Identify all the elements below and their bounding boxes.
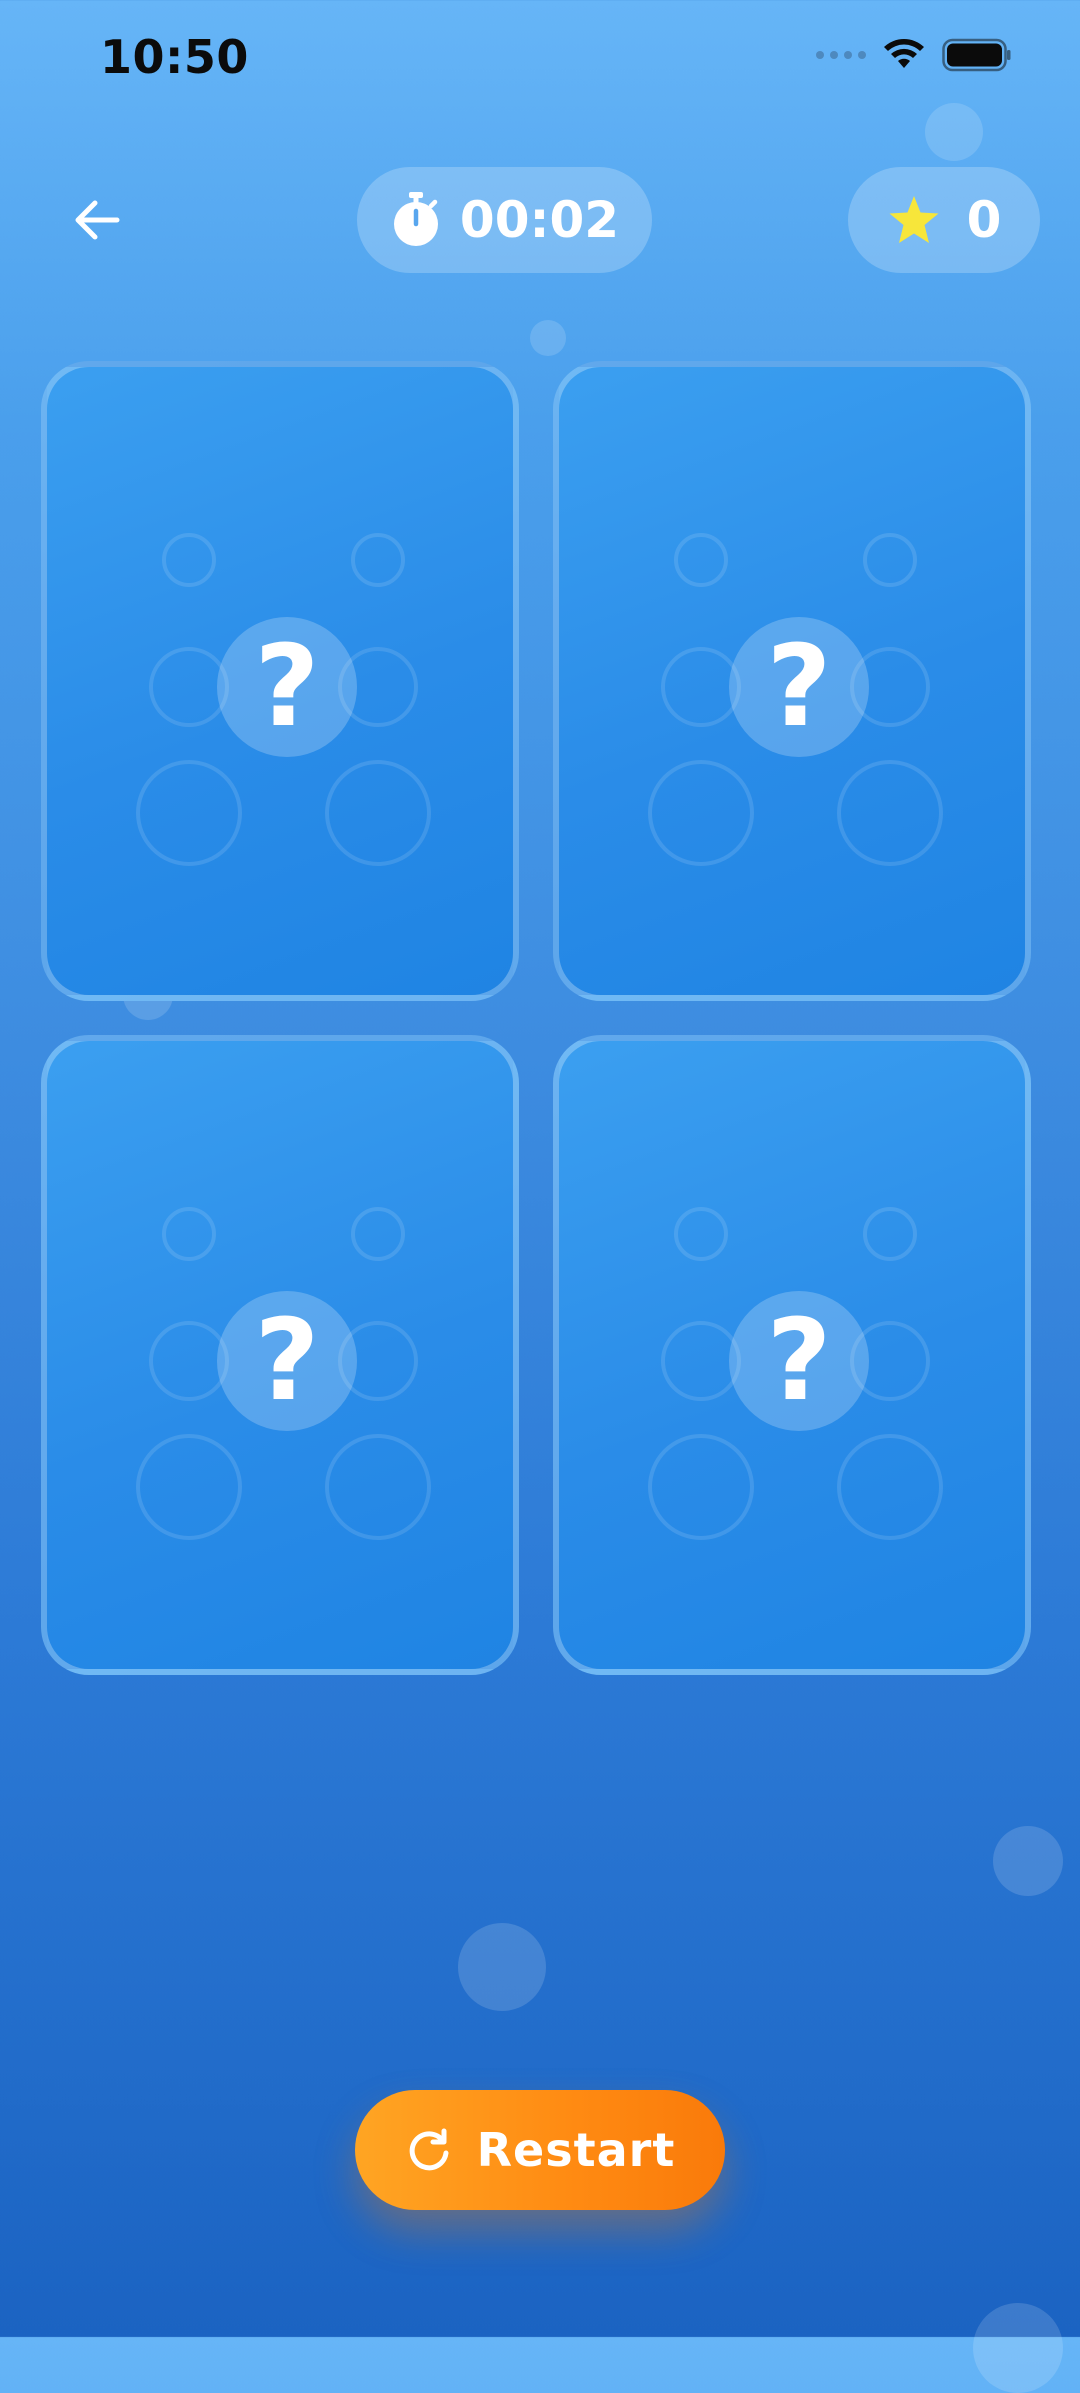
- card-badge: ?: [217, 617, 357, 757]
- question-mark-icon: ?: [254, 622, 320, 752]
- timer-value: 00:02: [459, 191, 620, 249]
- background-bubble: [993, 1826, 1063, 1896]
- background-bubble: [530, 320, 566, 356]
- memory-card-1[interactable]: ?: [41, 361, 519, 1001]
- question-mark-icon: ?: [254, 1296, 320, 1426]
- restart-button[interactable]: Restart: [355, 2090, 725, 2210]
- status-time: 10:50: [100, 30, 249, 84]
- question-mark-icon: ?: [766, 622, 832, 752]
- question-mark-icon: ?: [766, 1296, 832, 1426]
- timer-display: 00:02: [357, 167, 652, 273]
- back-button[interactable]: [62, 185, 132, 255]
- score-display: 0: [848, 167, 1040, 273]
- stopwatch-icon: [393, 192, 438, 246]
- cellular-signal-icon: [816, 51, 866, 59]
- memory-card-2[interactable]: ?: [553, 361, 1031, 1001]
- status-icons: [816, 38, 1012, 72]
- refresh-icon: [409, 2128, 449, 2171]
- star-icon: [889, 196, 939, 243]
- game-header: 00:02 0: [0, 167, 1080, 273]
- restart-label: Restart: [476, 2123, 676, 2177]
- card-badge: ?: [729, 1291, 869, 1431]
- battery-icon: [942, 38, 1011, 72]
- arrow-left-icon: [75, 200, 120, 240]
- status-bar: 10:50: [0, 0, 1080, 120]
- wifi-icon: [884, 39, 924, 68]
- background-bubble: [973, 2303, 1063, 2393]
- background-bubble: [458, 1923, 546, 2011]
- background-bubble: [925, 103, 983, 161]
- score-value: 0: [966, 191, 1002, 249]
- card-badge: ?: [217, 1291, 357, 1431]
- memory-card-3[interactable]: ?: [41, 1035, 519, 1675]
- card-badge: ?: [729, 617, 869, 757]
- memory-card-4[interactable]: ?: [553, 1035, 1031, 1675]
